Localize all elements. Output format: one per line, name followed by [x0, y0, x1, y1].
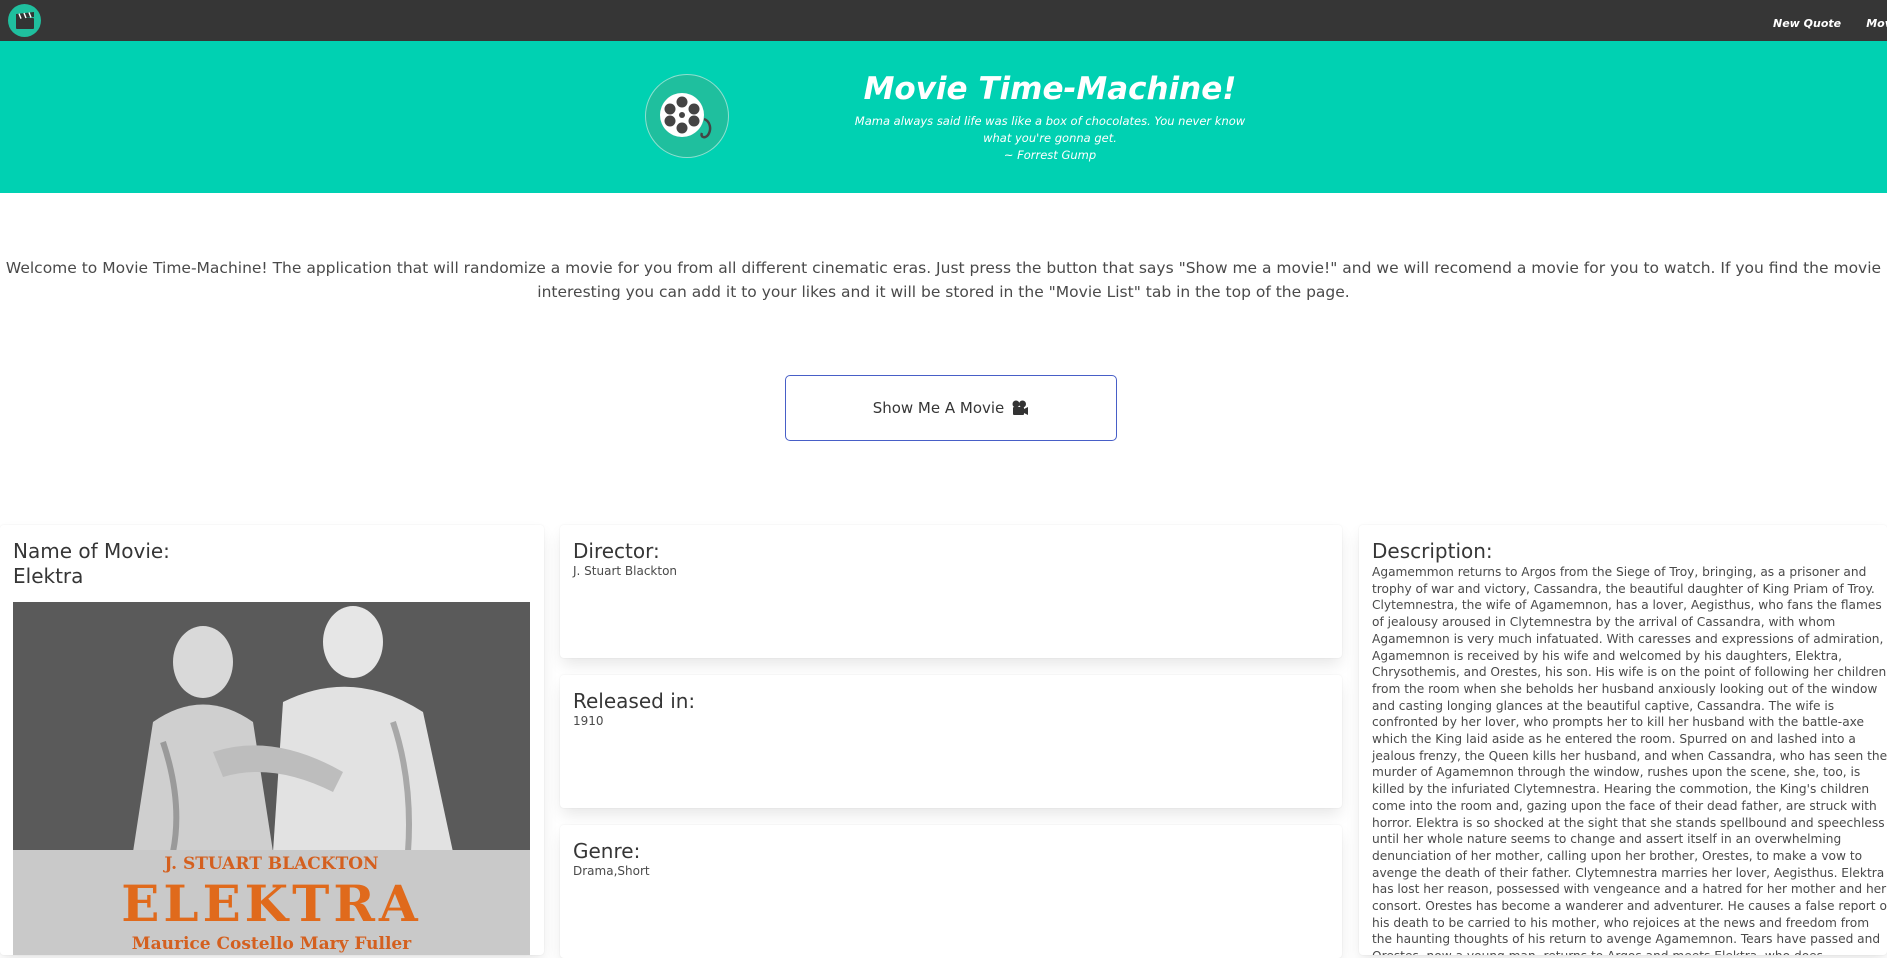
description-heading: Description:: [1372, 539, 1493, 563]
released-value: 1910: [573, 714, 604, 728]
nav-new-quote-link[interactable]: New Quote: [1773, 17, 1841, 30]
show-button-label: Show Me A Movie: [872, 399, 1005, 417]
name-heading: Name of Movie:: [13, 539, 170, 563]
poster-cast-text: Maurice Costello Mary Fuller: [131, 934, 412, 954]
description-card: Description: Agamemmon returns to Argos …: [1359, 525, 1887, 955]
page-title: Movie Time-Machine!: [863, 71, 1237, 107]
hero-quote: Mama always said life was like a box of …: [850, 113, 1250, 164]
poster-director-text: J. STUART BLACKTON: [164, 854, 379, 874]
released-heading: Released in:: [573, 689, 696, 713]
description-value: Agamemmon returns to Argos from the Sieg…: [1372, 565, 1887, 955]
top-navbar: New Quote Movie List: [0, 0, 1887, 41]
movie-name-card: Name of Movie: Elektra J. STUART BLACKTO…: [0, 525, 544, 955]
genre-heading: Genre:: [573, 839, 641, 863]
nav-movie-list-link[interactable]: Movie List: [1866, 17, 1887, 30]
film-reel-icon: [645, 74, 729, 158]
hero-banner: Movie Time-Machine! Mama always said lif…: [0, 41, 1887, 193]
movie-name: Elektra: [13, 564, 84, 588]
nav-links: New Quote Movie List: [1773, 12, 1887, 31]
quote-text: Mama always said life was like a box of …: [854, 114, 1246, 145]
released-card: Released in: 1910: [560, 675, 1342, 808]
movie-camera-icon: [1011, 400, 1029, 416]
genre-value: Drama,Short: [573, 864, 650, 878]
clapperboard-icon[interactable]: [8, 4, 41, 37]
intro-text: Welcome to Movie Time-Machine! The appli…: [5, 259, 1882, 301]
director-value: J. Stuart Blackton: [573, 564, 678, 578]
genre-card: Genre: Drama,Short: [560, 825, 1342, 958]
poster-statue-art: [13, 602, 530, 852]
poster-title-text: ELEKTRA: [121, 874, 422, 933]
quote-attribution: ~ Forrest Gump: [1003, 148, 1097, 162]
show-me-a-movie-button[interactable]: Show Me A Movie: [785, 375, 1117, 441]
director-card: Director: J. Stuart Blackton: [560, 525, 1342, 658]
director-heading: Director:: [573, 539, 660, 563]
movie-poster: J. STUART BLACKTON ELEKTRA Maurice Coste…: [13, 602, 530, 955]
